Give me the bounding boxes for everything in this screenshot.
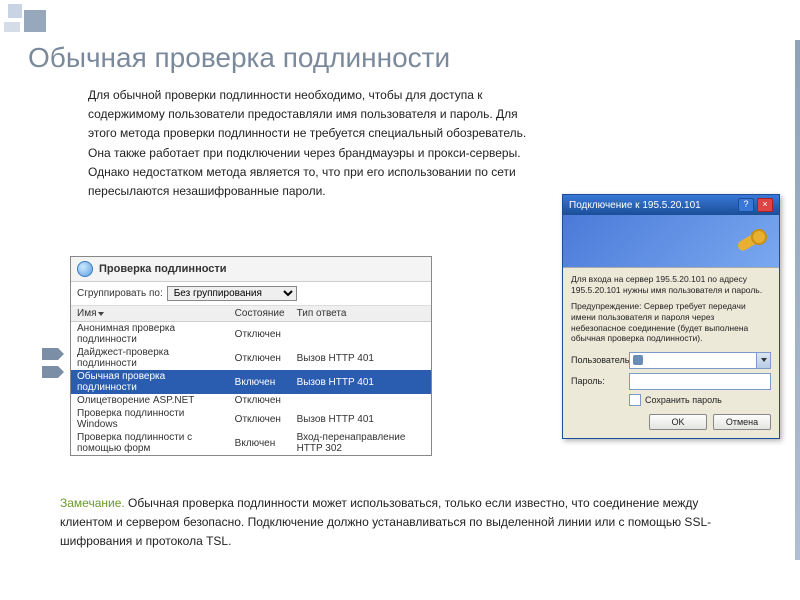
note-label: Замечание. <box>60 496 125 510</box>
dialog-title-text: Подключение к 195.5.20.101 <box>569 200 701 211</box>
table-row[interactable]: Олицетворение ASP.NETОтключен <box>71 394 431 407</box>
group-by-select[interactable]: Без группирования <box>167 286 297 301</box>
dialog-titlebar: Подключение к 195.5.20.101 ? × <box>563 195 779 215</box>
table-row[interactable]: Анонимная проверка подлинностиОтключен <box>71 322 431 347</box>
save-password-checkbox[interactable] <box>629 394 641 406</box>
table-row[interactable]: Проверка подлинности WindowsОтключенВызо… <box>71 407 431 431</box>
save-password-label: Сохранить пароль <box>645 395 722 405</box>
auth-table: Имя Состояние Тип ответа Анонимная прове… <box>71 306 431 455</box>
dialog-warning-text: Предупреждение: Сервер требует передачи … <box>571 301 771 344</box>
col-state[interactable]: Состояние <box>229 306 291 322</box>
slide-note: Замечание. Обычная проверка подлинности … <box>60 494 740 552</box>
username-field[interactable] <box>629 352 771 369</box>
cancel-button[interactable]: Отмена <box>713 414 771 430</box>
config-title: Проверка подлинности <box>99 263 227 275</box>
slide-side-decoration <box>795 40 800 560</box>
table-row[interactable]: Обычная проверка подлинностиВключенВызов… <box>71 370 431 394</box>
slide-corner-decoration <box>0 0 60 40</box>
password-label: Пароль: <box>571 376 623 386</box>
ok-button[interactable]: OK <box>649 414 707 430</box>
table-row[interactable]: Дайджест-проверка подлинностиОтключенВыз… <box>71 346 431 370</box>
table-row[interactable]: Проверка подлинности с помощью формВключ… <box>71 431 431 455</box>
user-icon <box>633 355 643 365</box>
bullet-arrow-icon <box>42 366 58 378</box>
bullet-arrow-icon <box>42 348 58 360</box>
slide-paragraph: Для обычной проверки подлинности необход… <box>88 86 548 201</box>
group-by-label: Сгруппировать по: <box>77 288 163 299</box>
auth-dialog: Подключение к 195.5.20.101 ? × Для входа… <box>562 194 780 439</box>
auth-config-window: Проверка подлинности Сгруппировать по: Б… <box>70 256 432 456</box>
dialog-banner <box>563 215 779 268</box>
password-field[interactable] <box>629 373 771 390</box>
col-name[interactable]: Имя <box>71 306 229 322</box>
note-body: Обычная проверка подлинности может испол… <box>60 496 711 548</box>
chevron-down-icon[interactable] <box>756 353 770 368</box>
username-label: Пользователь: <box>571 355 623 365</box>
dialog-info-text: Для входа на сервер 195.5.20.101 по адре… <box>571 274 771 295</box>
keys-icon <box>733 225 767 259</box>
col-response[interactable]: Тип ответа <box>291 306 431 322</box>
globe-icon <box>77 261 93 277</box>
help-button[interactable]: ? <box>738 198 754 212</box>
slide-title: Обычная проверка подлинности <box>28 42 450 74</box>
close-button[interactable]: × <box>757 198 773 212</box>
